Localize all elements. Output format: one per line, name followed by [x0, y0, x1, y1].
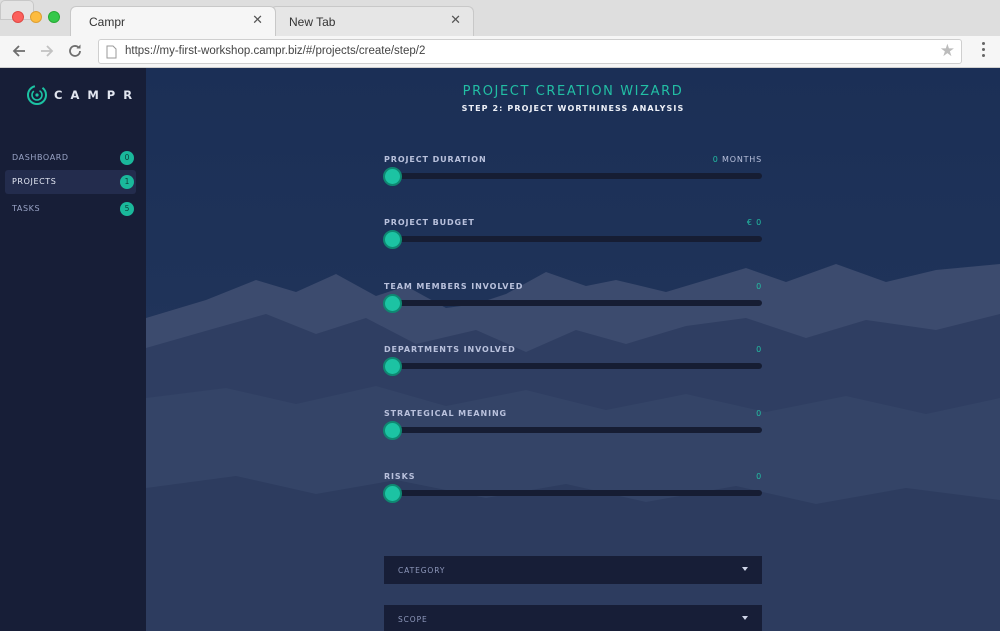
sidebar-item-dashboard[interactable]: DASHBOARD 0 [5, 146, 136, 170]
sidebar-item-label: DASHBOARD [12, 153, 69, 162]
slider-track[interactable] [386, 236, 762, 242]
arrow-left-icon [12, 45, 25, 57]
count-badge: 0 [120, 151, 134, 165]
slider-track[interactable] [386, 173, 762, 179]
select-label: CATEGORY [398, 566, 446, 575]
browser-tab-campr[interactable]: Campr ✕ [70, 6, 276, 36]
page-icon [106, 45, 117, 59]
slider-strategical-meaning: STRATEGICAL MEANING 0 [383, 409, 762, 453]
logo[interactable]: CAMPR [26, 84, 140, 106]
browser-toolbar: https://my-first-workshop.campr.biz/#/pr… [0, 36, 1000, 68]
count-badge: 5 [120, 202, 134, 216]
url-text[interactable]: https://my-first-workshop.campr.biz/#/pr… [125, 45, 425, 57]
slider-handle[interactable] [383, 230, 402, 249]
slider-value-number: 0 [756, 345, 762, 354]
caret-down-icon [742, 567, 748, 571]
slider-track[interactable] [386, 490, 762, 496]
slider-value: € 0 [747, 218, 762, 227]
slider-value-number: € 0 [746, 218, 762, 227]
bookmark-star-icon[interactable]: ★ [940, 42, 955, 60]
slider-handle[interactable] [383, 294, 402, 313]
sidebar-item-label: PROJECTS [12, 177, 57, 186]
caret-down-icon [742, 616, 748, 620]
forward-button[interactable] [36, 40, 58, 62]
slider-label: PROJECT BUDGET [384, 218, 475, 227]
app: CAMPR DASHBOARD 0 PROJECTS 1 TASKS 5 PRO… [0, 68, 1000, 631]
slider-project-duration: PROJECT DURATION 0 MONTHS [383, 155, 762, 199]
slider-value: 0 MONTHS [713, 155, 762, 164]
slider-value: 0 [756, 472, 762, 481]
back-button[interactable] [8, 40, 30, 62]
slider-value-number: 0 [756, 282, 762, 291]
wizard-main: PROJECT CREATION WIZARD STEP 2: PROJECT … [146, 68, 1000, 631]
address-bar[interactable]: https://my-first-workshop.campr.biz/#/pr… [98, 39, 962, 64]
tab-title: Campr [89, 15, 126, 29]
window-zoom-button[interactable] [48, 11, 60, 23]
sidebar-item-label: TASKS [12, 204, 41, 213]
browser-tab-bar: Campr ✕ New Tab ✕ [0, 0, 1000, 36]
wizard-title: PROJECT CREATION WIZARD [462, 84, 684, 99]
browser-tab-new-tab[interactable]: New Tab ✕ [270, 6, 474, 36]
browser-menu-icon[interactable] [980, 42, 986, 62]
slider-value-number: 0 [756, 472, 762, 481]
slider-handle[interactable] [383, 167, 402, 186]
sidebar-item-projects[interactable]: PROJECTS 1 [5, 170, 136, 194]
slider-departments: DEPARTMENTS INVOLVED 0 [383, 345, 762, 389]
sidebar-item-tasks[interactable]: TASKS 5 [5, 197, 136, 221]
slider-value: 0 [756, 345, 762, 354]
campr-logo-icon [27, 85, 47, 105]
slider-label: DEPARTMENTS INVOLVED [384, 345, 516, 354]
slider-handle[interactable] [383, 421, 402, 440]
window-minimize-button[interactable] [30, 11, 42, 23]
slider-label: PROJECT DURATION [384, 155, 487, 164]
slider-handle[interactable] [383, 484, 402, 503]
select-label: SCOPE [398, 615, 428, 624]
reload-icon [69, 44, 81, 57]
slider-risks: RISKS 0 [383, 472, 762, 516]
close-icon[interactable]: ✕ [252, 13, 263, 27]
logo-text: CAMPR [54, 88, 141, 102]
slider-track[interactable] [386, 300, 762, 306]
slider-value: 0 [756, 409, 762, 418]
slider-value-number: 0 [712, 155, 719, 164]
slider-value-number: 0 [756, 409, 762, 418]
slider-track[interactable] [386, 427, 762, 433]
close-icon[interactable]: ✕ [450, 13, 461, 27]
arrow-right-icon [41, 45, 54, 57]
slider-unit: MONTHS [722, 155, 762, 164]
window-close-button[interactable] [12, 11, 24, 23]
sidebar: CAMPR DASHBOARD 0 PROJECTS 1 TASKS 5 [0, 68, 146, 631]
slider-team-members: TEAM MEMBERS INVOLVED 0 [383, 282, 762, 326]
wizard-subtitle: STEP 2: PROJECT WORTHINESS ANALYSIS [461, 104, 685, 113]
slider-track[interactable] [386, 363, 762, 369]
slider-label: TEAM MEMBERS INVOLVED [384, 282, 524, 291]
tab-title: New Tab [289, 15, 336, 29]
slider-handle[interactable] [383, 357, 402, 376]
reload-button[interactable] [64, 40, 86, 62]
slider-label: RISKS [384, 472, 416, 481]
slider-label: STRATEGICAL MEANING [384, 409, 508, 418]
slider-value: 0 [756, 282, 762, 291]
slider-project-budget: PROJECT BUDGET € 0 [383, 218, 762, 262]
count-badge: 1 [120, 175, 134, 189]
category-select[interactable]: CATEGORY [384, 556, 762, 584]
scope-select[interactable]: SCOPE [384, 605, 762, 631]
